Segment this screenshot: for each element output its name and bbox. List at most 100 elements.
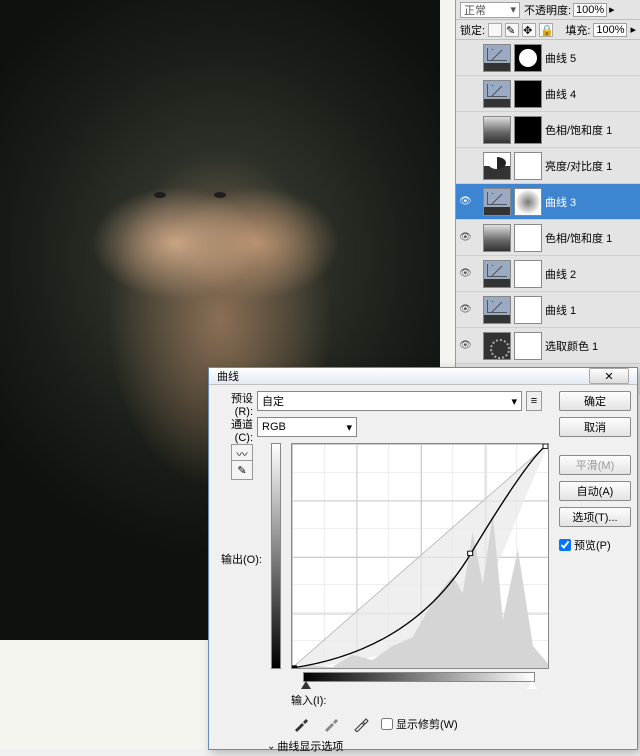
layer-name-label: 曲线 3: [545, 194, 637, 210]
curve-point-white: [543, 444, 548, 448]
visibility-toggle[interactable]: [459, 303, 473, 317]
layer-name-label: 色相/饱和度 1: [545, 122, 637, 138]
preview-checkbox[interactable]: 预览(P): [559, 537, 611, 553]
show-clip-label: 显示修剪(W): [396, 716, 458, 732]
opacity-control: 不透明度: 100% ▸: [524, 2, 615, 18]
visibility-toggle[interactable]: [459, 159, 473, 173]
layer-mask-thumb[interactable]: [514, 152, 542, 180]
curve-pencil-tool[interactable]: ✎: [231, 460, 253, 480]
visibility-toggle[interactable]: [459, 51, 473, 65]
channel-label: 通道(C):: [213, 416, 253, 444]
channel-value: RGB: [262, 421, 286, 433]
chevron-down-icon[interactable]: ▸: [630, 23, 636, 36]
layer-name-label: 曲线 4: [545, 86, 637, 102]
layer-mask-thumb[interactable]: [514, 332, 542, 360]
blend-mode-select[interactable]: 正常 ▾: [460, 2, 520, 18]
curve-display-options-toggle[interactable]: ⌄ 曲线显示选项: [267, 738, 549, 754]
curve-point-mid: [468, 551, 473, 555]
layer-row[interactable]: 曲线 3: [456, 184, 640, 220]
display-options-label: 曲线显示选项: [277, 738, 343, 754]
layer-name-label: 曲线 5: [545, 50, 637, 66]
layer-mask-thumb[interactable]: [514, 260, 542, 288]
layer-row[interactable]: 亮度/对比度 1: [456, 148, 640, 184]
channel-select[interactable]: RGB ▾: [257, 417, 357, 437]
layer-row[interactable]: 色相/饱和度 1: [456, 220, 640, 256]
adjustment-thumb-curves: [483, 296, 511, 324]
visibility-toggle[interactable]: [459, 123, 473, 137]
lock-all-icon[interactable]: 🔒: [539, 23, 553, 37]
layer-name-label: 曲线 2: [545, 266, 637, 282]
preview-input[interactable]: [559, 539, 571, 551]
show-clip-input[interactable]: [381, 718, 393, 730]
adjustment-thumb-curves: [483, 80, 511, 108]
chevron-down-icon: ▾: [346, 421, 352, 434]
layer-row[interactable]: 曲线 1: [456, 292, 640, 328]
smooth-button[interactable]: 平滑(M): [559, 455, 631, 475]
auto-button[interactable]: 自动(A): [559, 481, 631, 501]
input-gradient[interactable]: [303, 672, 535, 682]
layer-name-label: 色相/饱和度 1: [545, 230, 637, 246]
curve-graph[interactable]: [291, 443, 549, 669]
layer-list: 曲线 5 曲线 4 色相/饱和度 1 亮度/对比度 1 曲线 3 色相/饱和度 1 曲线 2…: [456, 40, 640, 395]
curve-point-black: [292, 665, 297, 668]
visibility-toggle[interactable]: [459, 231, 473, 245]
curve-editor: 输出(O): 输入(I):: [257, 443, 549, 708]
layer-row[interactable]: 曲线 2: [456, 256, 640, 292]
adjustment-thumb-hue: [483, 224, 511, 252]
layer-mask-thumb[interactable]: [514, 188, 542, 216]
visibility-toggle[interactable]: [459, 267, 473, 281]
visibility-toggle[interactable]: [459, 195, 473, 209]
close-button[interactable]: ✕: [589, 368, 629, 384]
layer-row[interactable]: 选取颜色 1: [456, 328, 640, 364]
adjustment-thumb-selcol: [483, 332, 511, 360]
opacity-label: 不透明度:: [524, 2, 571, 18]
adjustment-thumb-hue: [483, 116, 511, 144]
layer-row[interactable]: 曲线 5: [456, 40, 640, 76]
layer-name-label: 曲线 1: [545, 302, 637, 318]
dialog-title: 曲线: [217, 368, 239, 384]
lock-label: 锁定:: [460, 22, 485, 38]
white-eyedropper[interactable]: [351, 714, 371, 734]
show-clip-checkbox[interactable]: 显示修剪(W): [381, 716, 458, 732]
fill-value[interactable]: 100%: [593, 23, 627, 37]
adjustment-thumb-curves: [483, 260, 511, 288]
chevron-down-icon: ▾: [510, 3, 516, 16]
layer-row[interactable]: 色相/饱和度 1: [456, 112, 640, 148]
visibility-toggle[interactable]: [459, 339, 473, 353]
lock-transparent-icon[interactable]: [488, 23, 502, 37]
chevron-down-icon[interactable]: ▸: [609, 3, 615, 16]
lock-row: 锁定: ✎ ✥ 🔒 填充: 100% ▸: [456, 20, 640, 40]
output-gradient: [271, 443, 281, 669]
black-eyedropper[interactable]: [291, 714, 311, 734]
options-button[interactable]: 选项(T)...: [559, 507, 631, 527]
black-point-slider[interactable]: [301, 681, 311, 689]
layer-mask-thumb[interactable]: [514, 116, 542, 144]
white-point-slider[interactable]: [527, 681, 537, 689]
input-label: 输入(I):: [291, 692, 549, 708]
cancel-button[interactable]: 取消: [559, 417, 631, 437]
layers-panel: 正常 ▾ 不透明度: 100% ▸ 锁定: ✎ ✥ 🔒 填充: 100% ▸ 曲线…: [455, 0, 640, 395]
layer-mask-thumb[interactable]: [514, 44, 542, 72]
ok-button[interactable]: 确定: [559, 391, 631, 411]
opacity-value[interactable]: 100%: [573, 3, 607, 17]
output-label: 输出(O):: [221, 551, 262, 567]
lock-position-icon[interactable]: ✥: [522, 23, 536, 37]
curve-svg: [292, 444, 548, 668]
dialog-labels-column: 预设(R): 通道(C): 〰 ✎: [209, 385, 257, 756]
preset-menu-button[interactable]: ≡: [526, 391, 542, 411]
layer-row[interactable]: 曲线 4: [456, 76, 640, 112]
preset-select[interactable]: 自定▾: [257, 391, 522, 411]
eyedropper-row: 显示修剪(W): [291, 714, 549, 734]
lock-paint-icon[interactable]: ✎: [505, 23, 519, 37]
adjustment-thumb-curves: [483, 44, 511, 72]
blend-mode-value: 正常: [464, 2, 486, 18]
layer-name-label: 选取颜色 1: [545, 338, 637, 354]
layers-header: 正常 ▾ 不透明度: 100% ▸: [456, 0, 640, 20]
layer-mask-thumb[interactable]: [514, 224, 542, 252]
preview-label: 预览(P): [574, 537, 611, 553]
gray-eyedropper[interactable]: [321, 714, 341, 734]
dialog-titlebar[interactable]: 曲线 ✕: [209, 368, 637, 385]
visibility-toggle[interactable]: [459, 87, 473, 101]
layer-mask-thumb[interactable]: [514, 296, 542, 324]
layer-mask-thumb[interactable]: [514, 80, 542, 108]
